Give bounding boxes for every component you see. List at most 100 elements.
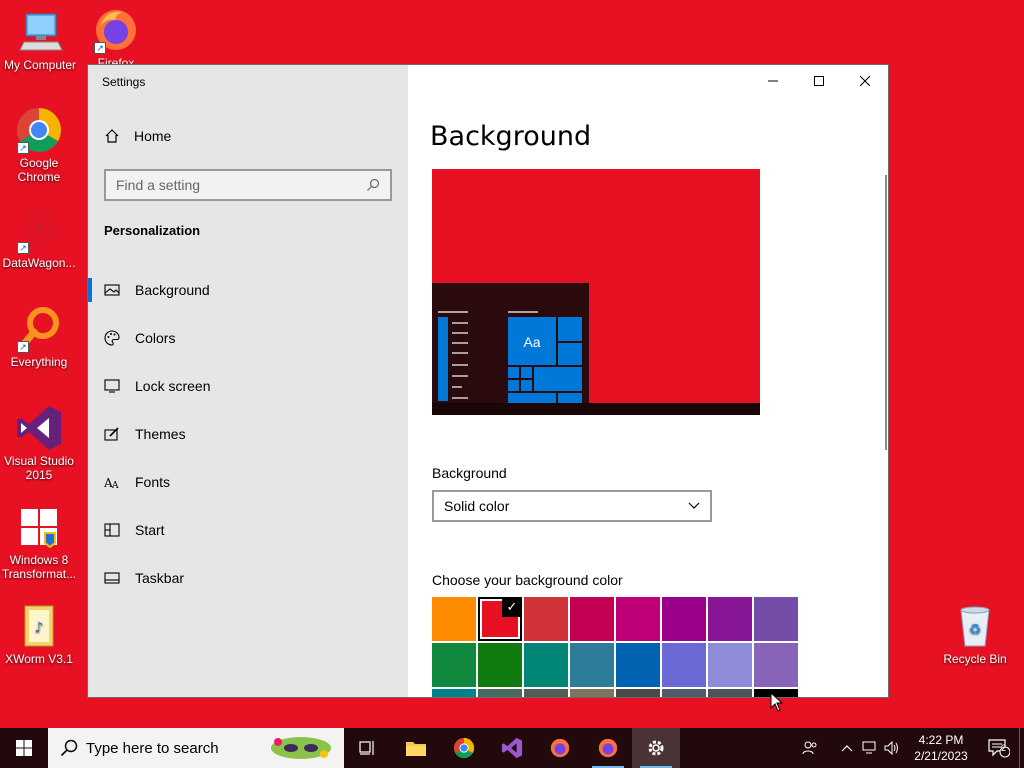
close-button[interactable]: [842, 65, 888, 97]
taskbar-file-explorer[interactable]: [392, 728, 440, 768]
nav-home[interactable]: Home: [104, 128, 171, 144]
visual-studio-icon: [501, 737, 523, 759]
taskbar-firefox[interactable]: [536, 728, 584, 768]
sidebar-item-fonts[interactable]: AA Fonts: [88, 458, 408, 506]
color-swatch[interactable]: [478, 643, 522, 687]
task-view-button[interactable]: [344, 728, 392, 768]
firefox-icon: [550, 738, 570, 758]
sidebar-item-start[interactable]: Start: [88, 506, 408, 554]
color-swatch[interactable]: [662, 597, 706, 641]
search-highlight-mask-icon: [271, 737, 331, 759]
windows-start-icon: [16, 740, 32, 756]
desktop-icon-label: Windows 8 Transformat...: [1, 553, 77, 581]
settings-window: Settings Home Find a setting Personaliza…: [88, 65, 888, 697]
color-swatch[interactable]: [524, 597, 568, 641]
taskbar-settings[interactable]: [632, 728, 680, 768]
desktop-icon-label: Firefox: [97, 56, 135, 64]
color-swatch[interactable]: [754, 597, 798, 641]
section-title: Personalization: [104, 223, 201, 238]
home-icon: [105, 129, 119, 143]
desktop-icon-google-chrome[interactable]: ↗ Google Chrome: [0, 106, 79, 184]
show-desktop-button[interactable]: [1019, 728, 1024, 768]
search-placeholder: Find a setting: [116, 177, 201, 193]
background-label: Background: [432, 465, 507, 481]
recycle-bin-icon: ♻: [951, 602, 999, 650]
minimize-button[interactable]: [750, 65, 796, 97]
color-swatch[interactable]: [524, 689, 568, 697]
clock-time: 4:22 PM: [918, 733, 964, 747]
notification-count: 2: [1001, 743, 1007, 753]
desktop-icon-label: Everything: [10, 355, 68, 369]
task-view-icon: [359, 741, 374, 755]
settings-search-input[interactable]: Find a setting: [104, 169, 392, 201]
color-swatch[interactable]: [432, 597, 476, 641]
window-controls: [750, 65, 888, 97]
desktop-icon-xworm[interactable]: ♪ XWorm V3.1: [0, 602, 79, 666]
maximize-button[interactable]: [796, 65, 842, 97]
volume-icon: [884, 741, 898, 755]
color-swatch[interactable]: [708, 643, 752, 687]
taskbar-clock[interactable]: 4:22 PM 2/21/2023: [903, 732, 979, 764]
settings-content-pane: Background Aa Background Solid color Cho…: [408, 65, 888, 697]
color-swatch[interactable]: [708, 597, 752, 641]
taskbar-firefox-nightly[interactable]: [584, 728, 632, 768]
color-swatch[interactable]: [616, 643, 660, 687]
color-swatch[interactable]: [754, 643, 798, 687]
color-swatch[interactable]: [662, 643, 706, 687]
color-swatch[interactable]: [570, 597, 614, 641]
folder-icon: [406, 742, 426, 756]
color-swatch[interactable]: [662, 689, 706, 697]
show-hidden-icons-button[interactable]: [835, 728, 859, 768]
taskbar-chrome[interactable]: [440, 728, 488, 768]
magnifier-icon: ↗: [15, 305, 63, 353]
clock-date: 2/21/2023: [914, 749, 968, 763]
action-center-button[interactable]: 2: [979, 728, 1019, 768]
color-swatch[interactable]: [478, 689, 522, 697]
desktop-icon-label: Visual Studio 2015: [4, 454, 74, 482]
firefox-icon: ↗: [92, 6, 140, 54]
color-swatch[interactable]: [570, 643, 614, 687]
sidebar-item-background[interactable]: Background: [88, 266, 408, 314]
search-icon[interactable]: [366, 178, 380, 192]
font-icon: AA: [104, 476, 119, 490]
minimize-icon: [768, 80, 778, 82]
sidebar-item-label: Colors: [135, 330, 176, 346]
sidebar-item-colors[interactable]: Colors: [88, 314, 408, 362]
desktop-icon-firefox[interactable]: ↗ Firefox: [76, 6, 156, 64]
start-button[interactable]: [0, 728, 48, 768]
volume-button[interactable]: [881, 728, 903, 768]
sidebar-item-lock-screen[interactable]: Lock screen: [88, 362, 408, 410]
background-type-dropdown[interactable]: Solid color: [432, 490, 712, 522]
desktop-icon-visual-studio[interactable]: Visual Studio 2015: [0, 404, 79, 482]
desktop-icon-my-computer[interactable]: My Computer: [0, 8, 80, 72]
firefox-icon: [598, 738, 618, 758]
sidebar-item-themes[interactable]: Themes: [88, 410, 408, 458]
color-swatch[interactable]: [708, 689, 752, 697]
desktop-icon-windows-8-transformation[interactable]: Windows 8 Transformat...: [0, 503, 79, 581]
desktop-icon-recycle-bin[interactable]: ♻ Recycle Bin: [935, 602, 1015, 666]
network-button[interactable]: [859, 728, 881, 768]
color-swatch[interactable]: [570, 689, 614, 697]
gear-icon: [648, 740, 664, 756]
people-button[interactable]: [795, 728, 825, 768]
nav-list: Background Colors Lock screen Themes AA …: [88, 266, 408, 602]
nav-home-label: Home: [134, 128, 172, 144]
desktop-icon-everything[interactable]: ↗ Everything: [0, 305, 79, 369]
color-swatch[interactable]: [432, 643, 476, 687]
color-label: Choose your background color: [432, 572, 623, 588]
taskbar-visual-studio[interactable]: [488, 728, 536, 768]
sidebar-item-taskbar[interactable]: Taskbar: [88, 554, 408, 602]
color-swatch[interactable]: ✓: [478, 597, 522, 641]
color-swatch[interactable]: [432, 689, 476, 697]
desktop-icon-datawagon[interactable]: ↗ DataWagon...: [0, 206, 79, 270]
scrollbar[interactable]: [885, 175, 887, 450]
search-icon: [60, 739, 78, 757]
lock-screen-icon: [104, 379, 120, 393]
color-swatch[interactable]: [616, 597, 660, 641]
sidebar-item-label: Fonts: [135, 474, 171, 490]
taskbar-search-input[interactable]: Type here to search: [48, 728, 344, 768]
mouse-cursor-icon: [770, 692, 784, 712]
color-swatch[interactable]: [524, 643, 568, 687]
color-swatch[interactable]: [616, 689, 660, 697]
folder-music-icon: ♪: [15, 602, 63, 650]
